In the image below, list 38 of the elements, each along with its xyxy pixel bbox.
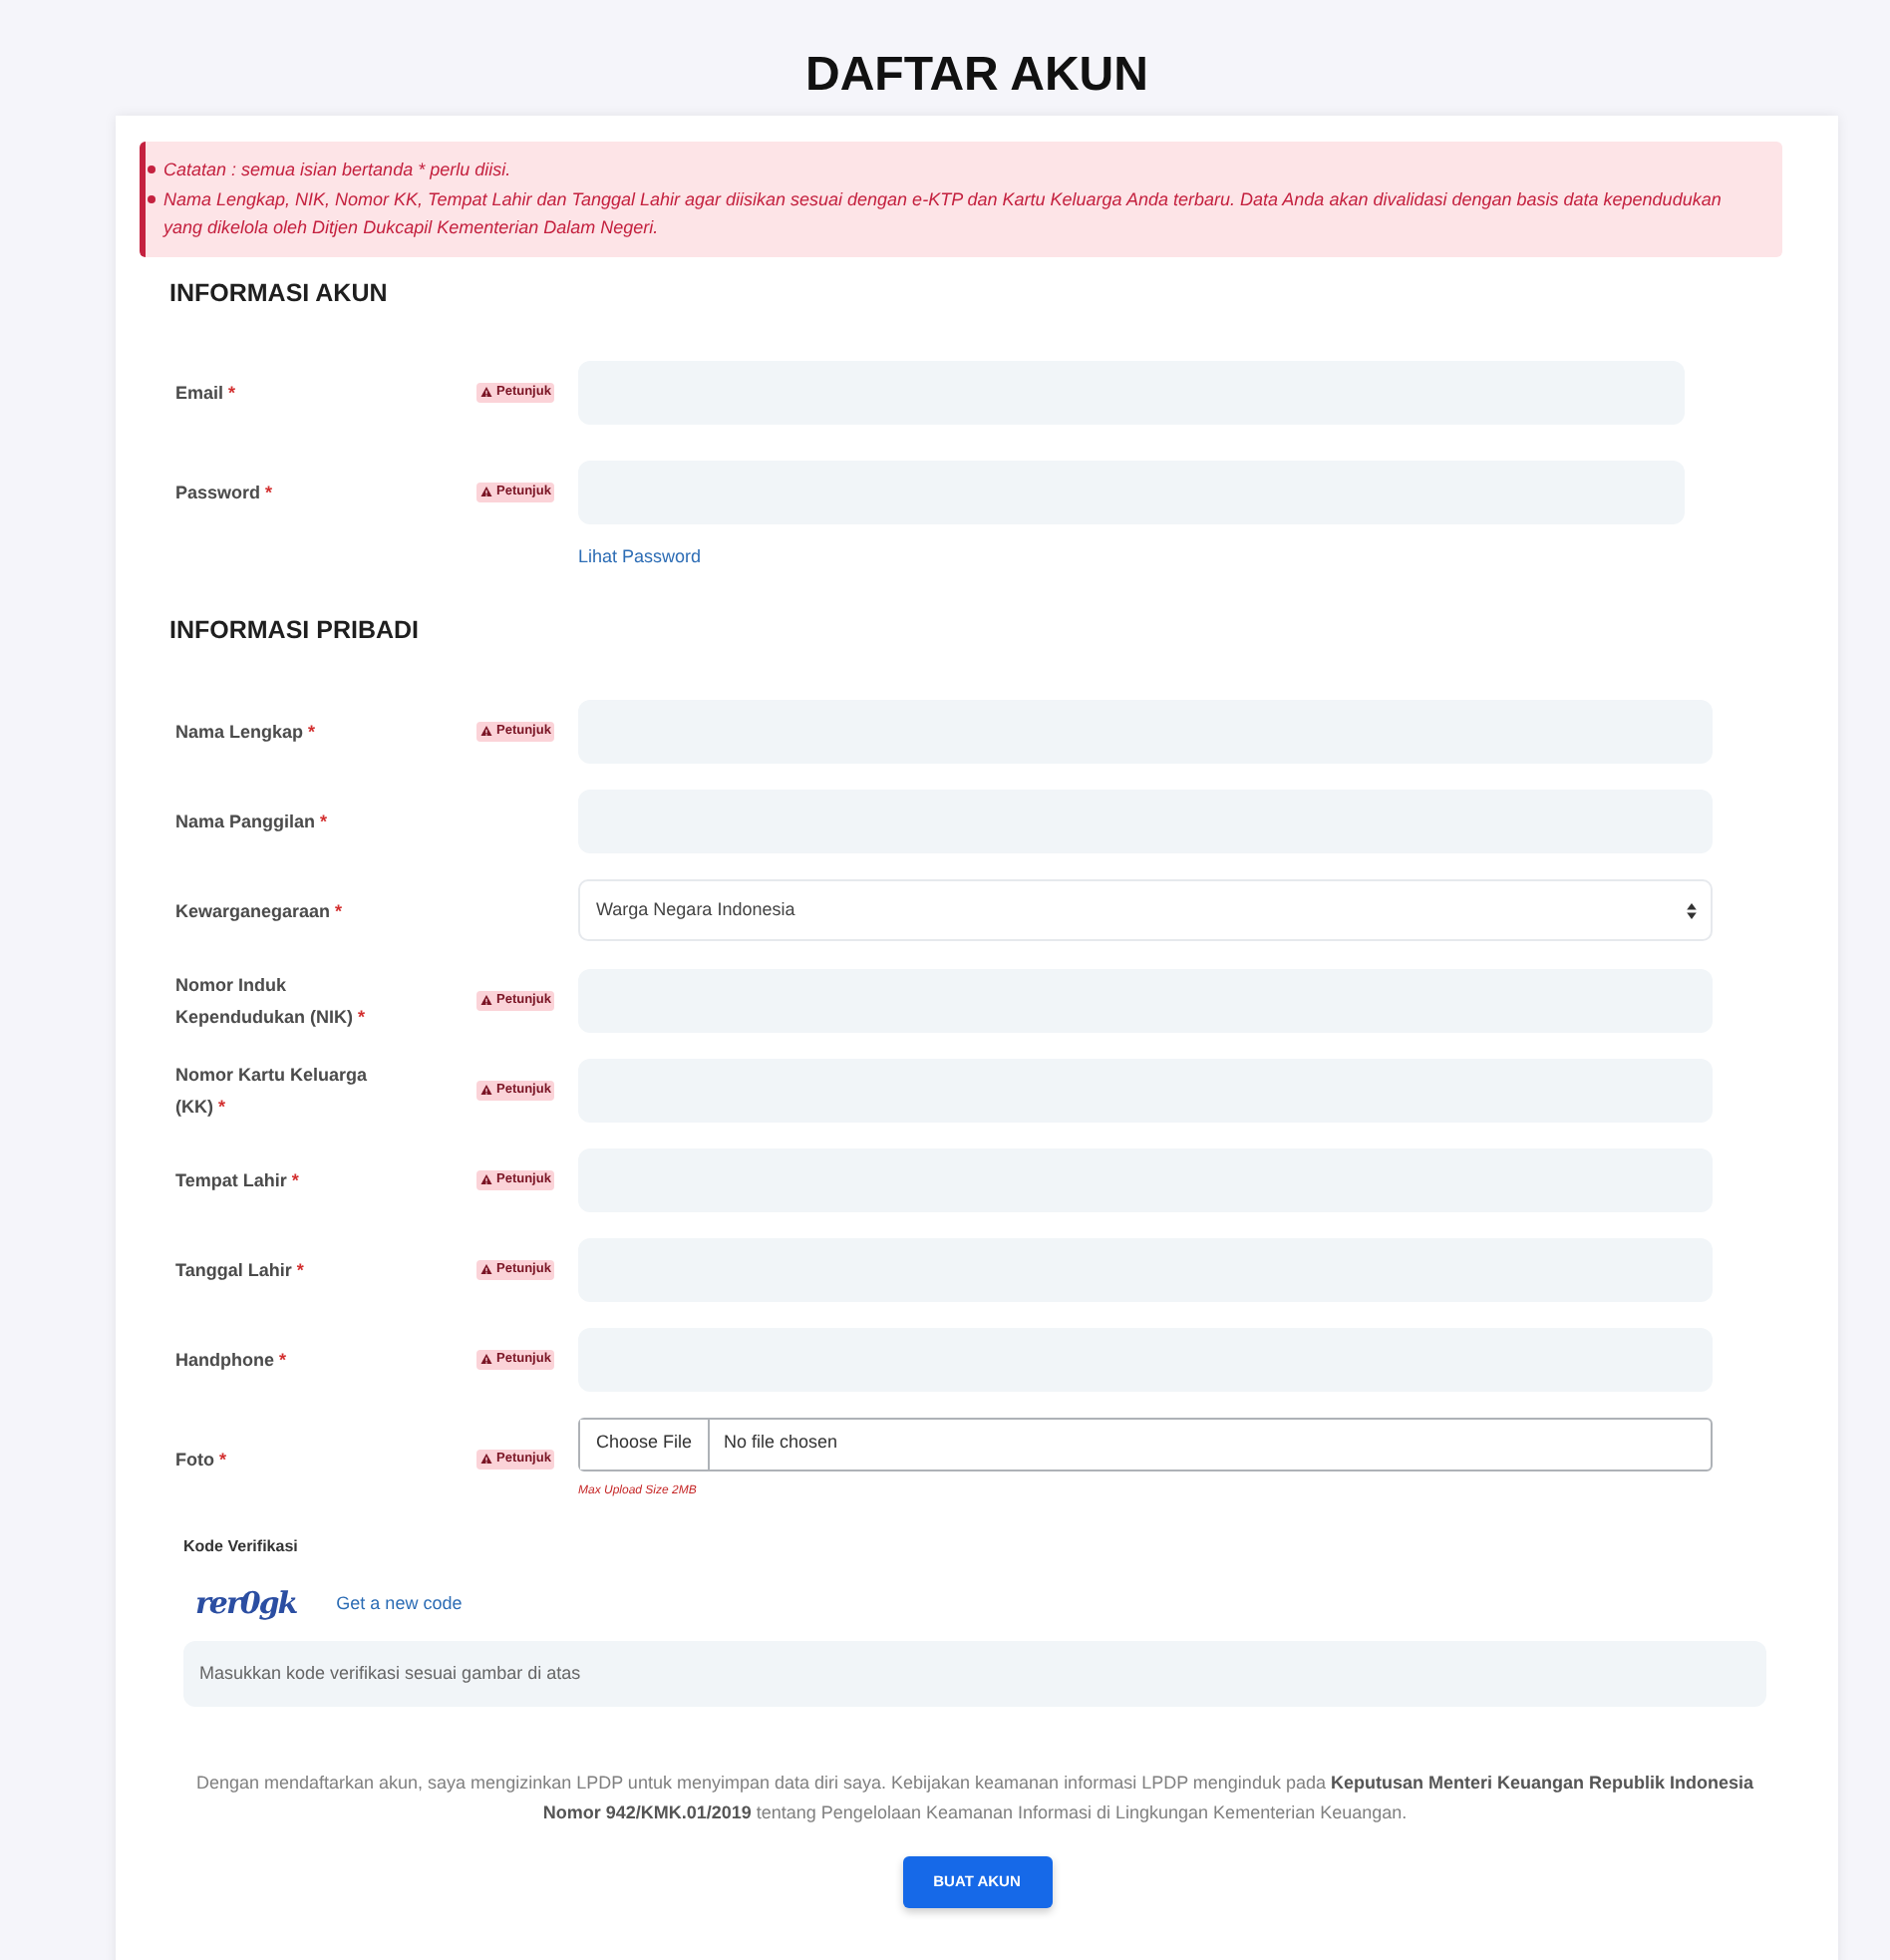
warning-icon [480, 386, 492, 398]
section-heading: INFORMASI PRIBADI [169, 613, 419, 645]
notice-text: Nama Lengkap, NIK, Nomor KK, Tempat Lahir dan Tanggal Lahir agar diisikan sesuai dengan e-KTP dan Kartu Keluarga Anda terbaru. Data Anda akan divalidasi dengan basis data kependudukan yang dikelola oleh Ditjen Dukcapil Kementerian Dalam Negeri. [163, 186, 1724, 241]
warning-icon [480, 1173, 492, 1185]
field-label: Email * [175, 380, 238, 406]
file-status-text: No file chosen [724, 1430, 838, 1457]
field-label: Nama Lengkap * [175, 719, 318, 746]
field-label: Nama Panggilan * [175, 809, 330, 835]
warning-icon [480, 486, 492, 497]
field-label: Nomor Induk Kependudukan (NIK) * [175, 972, 368, 1031]
field-label: Tempat Lahir * [175, 1167, 301, 1194]
notice-text: Catatan : semua isian bertanda * perlu diisi. [163, 158, 511, 183]
field-label: Nomor Kartu Keluarga (KK) * [175, 1062, 370, 1121]
field-label: Kewarganegaraan * [175, 898, 345, 925]
show-password-link[interactable]: Lihat Password [578, 543, 702, 567]
captcha-image: rer0gk [195, 1582, 297, 1624]
warning-icon [480, 1453, 492, 1465]
verification-label: Kode Verifikasi [183, 1534, 298, 1558]
bullet-icon [148, 165, 156, 173]
warning-icon [480, 1353, 492, 1365]
warning-icon [480, 725, 492, 737]
warning-icon [480, 1084, 492, 1096]
choose-file-button[interactable]: Choose File [580, 1419, 711, 1469]
consent-text: Dengan mendaftarkan akun, saya mengizinkan LPDP untuk menyimpan data diri saya. Kebijakan keamanan informasi LPDP menginduk pada Keputusan Menteri Keuangan Republik Indonesia Nomor 942/KMK.01/2019 tentang Pengelolaan Keamanan Informasi di Lingkungan Kementerian Keuangan. [193, 1770, 1756, 1826]
file-input[interactable]: Choose File No file chosen [578, 1417, 1713, 1470]
captcha-input[interactable]: Masukkan kode verifikasi sesuai gambar di atas [183, 1640, 1766, 1706]
field-label: Password * [175, 480, 275, 505]
field-label: Handphone * [175, 1347, 289, 1374]
new-code-link[interactable]: Get a new code [336, 1590, 463, 1614]
bullet-icon [148, 194, 156, 202]
field-label: Foto * [175, 1447, 229, 1472]
page-title: DAFTAR AKUN [805, 48, 1148, 106]
up-down-caret-icon [1687, 902, 1697, 918]
select-field[interactable]: Warga Negara Indonesia [578, 879, 1713, 941]
section-heading: INFORMASI AKUN [169, 276, 388, 308]
field-label: Tanggal Lahir * [175, 1257, 306, 1284]
warning-icon [480, 994, 492, 1006]
warning-icon [480, 1263, 492, 1275]
